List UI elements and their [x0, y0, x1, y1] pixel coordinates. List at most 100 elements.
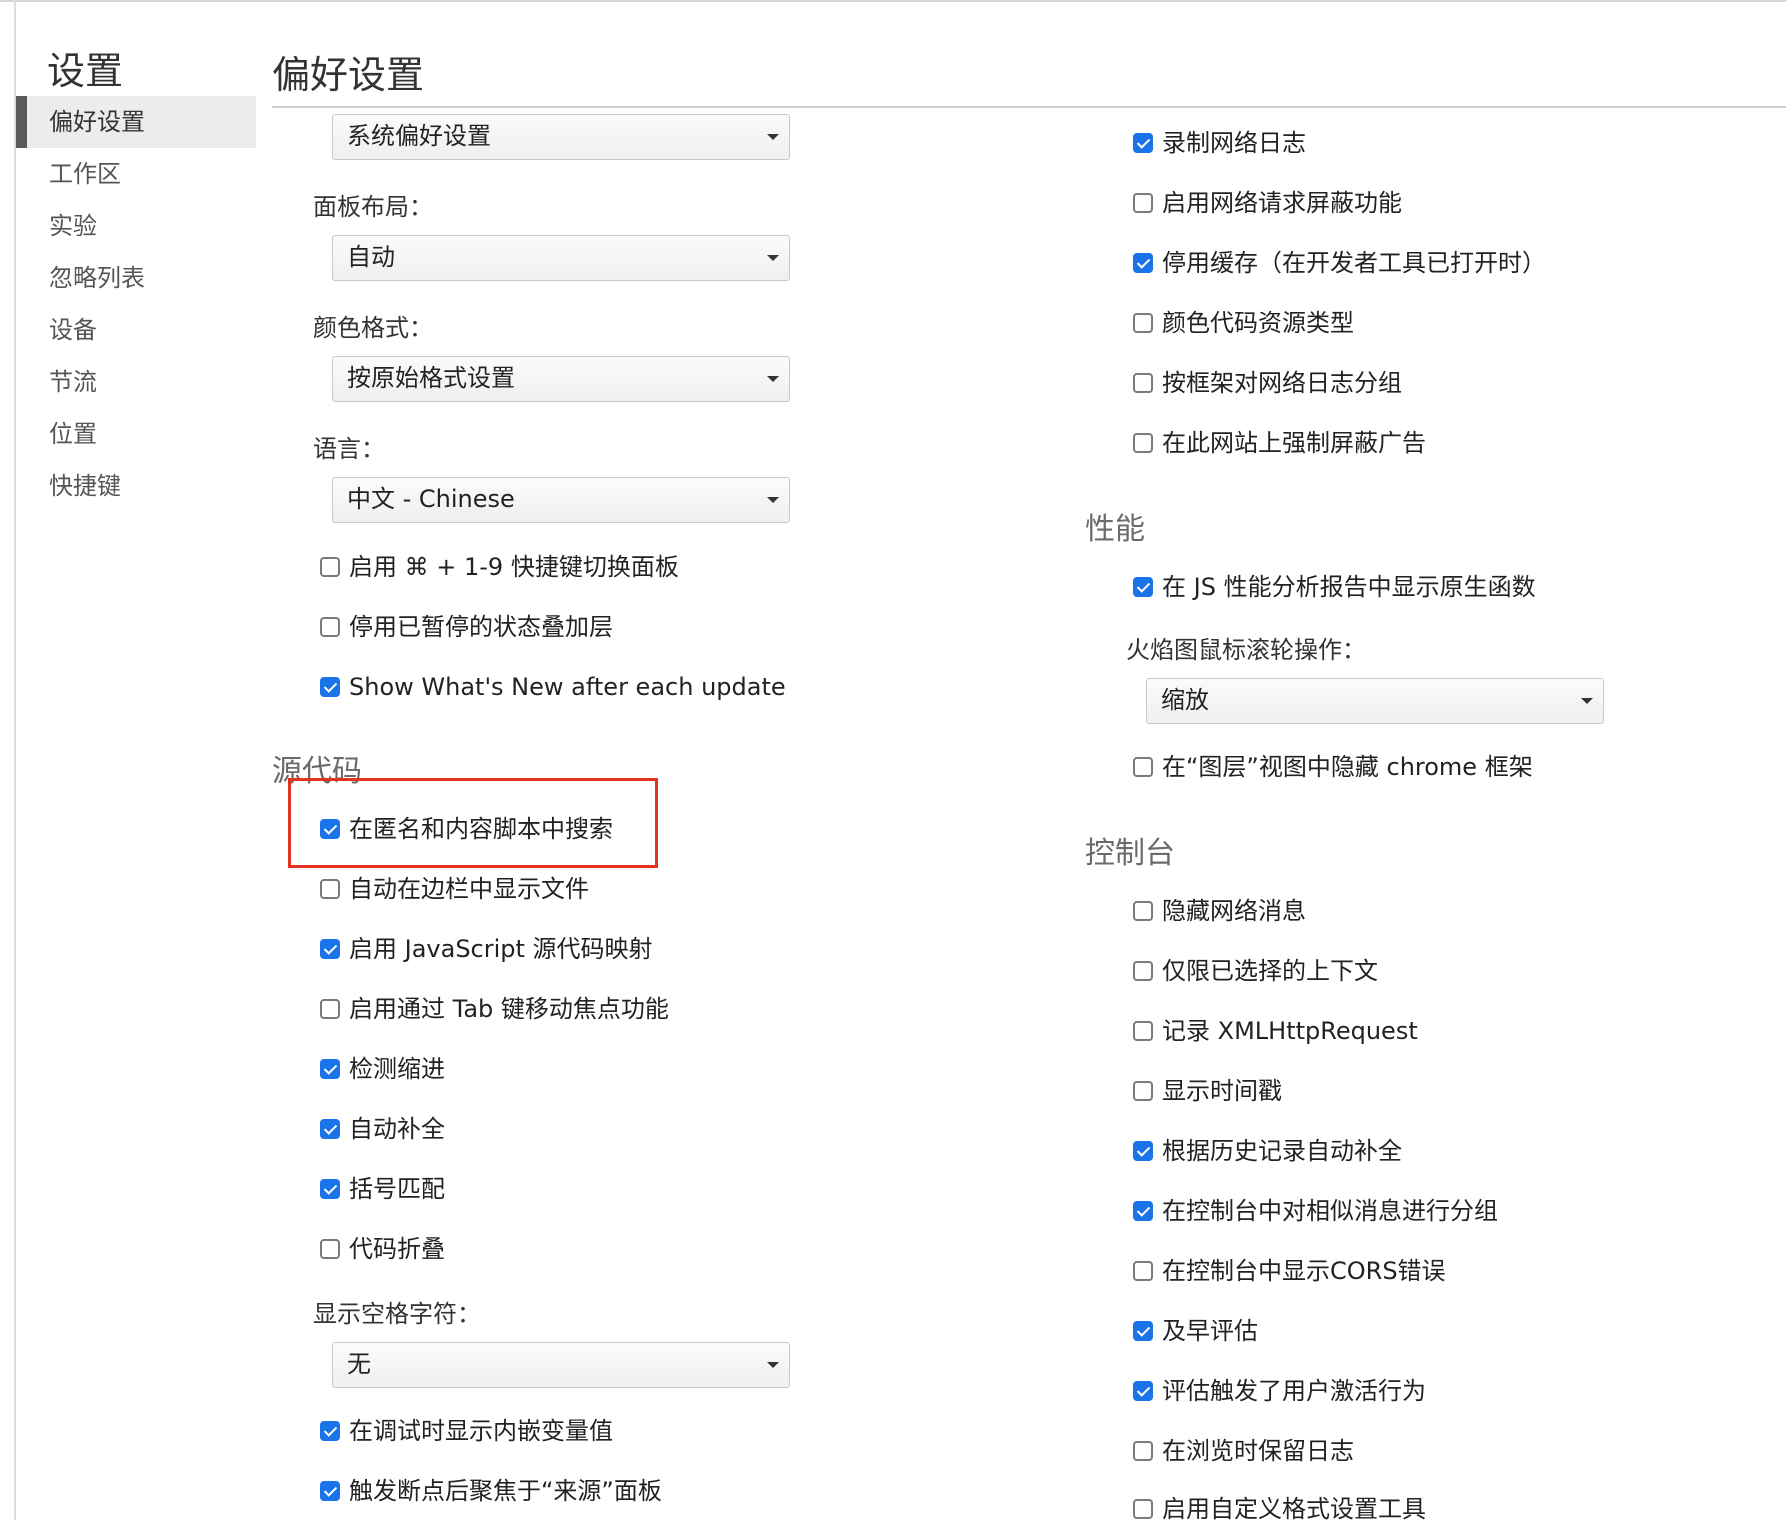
checkbox-label: 在调试时显示内嵌变量值: [349, 1417, 613, 1445]
checkbox-box[interactable]: [320, 1481, 340, 1501]
checkbox-box[interactable]: [1133, 253, 1153, 273]
checkbox-box[interactable]: [1133, 1201, 1153, 1221]
checkbox-box[interactable]: [1133, 1021, 1153, 1041]
panel-layout-select[interactable]: 自动: [332, 235, 790, 281]
checkbox-label: 仅限已选择的上下文: [1162, 957, 1378, 985]
checkbox-box[interactable]: [320, 677, 340, 697]
sidebar-item-throttling[interactable]: 节流: [16, 356, 256, 408]
sidebar-item-shortcuts[interactable]: 快捷键: [16, 460, 256, 512]
checkbox-label: 在控制台中显示CORS错误: [1162, 1257, 1446, 1285]
flamechart-scroll-select-value: 缩放: [1161, 686, 1209, 714]
sidebar-item-devices[interactable]: 设备: [16, 304, 256, 356]
checkbox-box[interactable]: [1133, 193, 1153, 213]
checkbox-label: 停用已暂停的状态叠加层: [349, 613, 613, 641]
window-top-border: [0, 0, 1786, 2]
sidebar-nav: 偏好设置 工作区 实验 忽略列表 设备 节流 位置 快捷键: [16, 96, 256, 512]
checkbox-box[interactable]: [320, 1179, 340, 1199]
checkbox-label: 及早评估: [1162, 1317, 1258, 1345]
checkbox-label: 在控制台中对相似消息进行分组: [1162, 1197, 1498, 1225]
checkbox-box[interactable]: [1133, 1381, 1153, 1401]
checkbox-box[interactable]: [320, 1119, 340, 1139]
checkbox-box[interactable]: [1133, 757, 1153, 777]
theme-select-value: 系统偏好设置: [347, 122, 491, 150]
checkbox-label: 启用 ⌘ + 1-9 快捷键切换面板: [349, 553, 679, 581]
header-divider: [272, 106, 1786, 108]
checkbox-box[interactable]: [1133, 133, 1153, 153]
checkbox-box[interactable]: [320, 999, 340, 1019]
checkbox-box[interactable]: [1133, 1441, 1153, 1461]
checkbox-label: 在匿名和内容脚本中搜索: [349, 815, 613, 843]
checkbox-box[interactable]: [320, 819, 340, 839]
checkbox-box[interactable]: [1133, 1141, 1153, 1161]
checkbox-label: 自动补全: [349, 1115, 445, 1143]
checkbox-label: 自动在边栏中显示文件: [349, 875, 589, 903]
page-title: 偏好设置: [272, 53, 425, 97]
sidebar-item-experiments[interactable]: 实验: [16, 200, 256, 252]
checkbox-box[interactable]: [1133, 1321, 1153, 1341]
checkbox-box[interactable]: [320, 1239, 340, 1259]
checkbox-box[interactable]: [1133, 373, 1153, 393]
checkbox-box[interactable]: [320, 1059, 340, 1079]
sidebar-item-ignore-list[interactable]: 忽略列表: [16, 252, 256, 304]
checkbox-box[interactable]: [1133, 901, 1153, 921]
whitespace-select-value: 无: [347, 1350, 371, 1378]
checkbox-label: 在 JS 性能分析报告中显示原生函数: [1162, 573, 1536, 601]
checkbox-box[interactable]: [320, 1421, 340, 1441]
section-title-performance: 性能: [1085, 512, 1145, 547]
checkbox-label: 检测缩进: [349, 1055, 445, 1083]
sidebar-title: 设置: [47, 49, 124, 93]
sidebar-item-locations[interactable]: 位置: [16, 408, 256, 460]
language-select-value: 中文 - Chinese: [347, 485, 515, 513]
color-format-select[interactable]: 按原始格式设置: [332, 356, 790, 402]
checkbox-label: 按框架对网络日志分组: [1162, 369, 1402, 397]
section-title-console: 控制台: [1085, 836, 1175, 871]
language-label: 语言：: [313, 435, 385, 463]
whitespace-label: 显示空格字符：: [313, 1300, 481, 1328]
checkbox-box[interactable]: [320, 617, 340, 637]
language-select[interactable]: 中文 - Chinese: [332, 477, 790, 523]
checkbox-label: 启用网络请求屏蔽功能: [1162, 189, 1402, 217]
flamechart-scroll-label: 火焰图鼠标滚轮操作：: [1126, 636, 1366, 664]
checkbox-label: 停用缓存（在开发者工具已打开时）: [1162, 249, 1546, 277]
chevron-down-icon: [1581, 698, 1593, 704]
checkbox-label: 启用 JavaScript 源代码映射: [349, 935, 653, 963]
checkbox-box[interactable]: [320, 879, 340, 899]
whitespace-select[interactable]: 无: [332, 1342, 790, 1388]
checkbox-box[interactable]: [1133, 1261, 1153, 1281]
checkbox-label: 启用通过 Tab 键移动焦点功能: [349, 995, 669, 1023]
checkbox-box[interactable]: [1133, 1081, 1153, 1101]
chevron-down-icon: [767, 497, 779, 503]
checkbox-label: 录制网络日志: [1162, 129, 1306, 157]
checkbox-label: 触发断点后聚焦于“来源”面板: [349, 1477, 662, 1505]
checkbox-label: Show What's New after each update: [349, 673, 786, 701]
chevron-down-icon: [767, 134, 779, 140]
checkbox-box[interactable]: [320, 557, 340, 577]
checkbox-label: 在此网站上强制屏蔽广告: [1162, 429, 1426, 457]
checkbox-label: 评估触发了用户激活行为: [1162, 1377, 1426, 1405]
sidebar-item-workspace[interactable]: 工作区: [16, 148, 256, 200]
checkbox-box[interactable]: [1133, 433, 1153, 453]
panel-layout-label: 面板布局：: [313, 193, 433, 221]
checkbox-box[interactable]: [1133, 1499, 1153, 1519]
checkbox-label: 显示时间戳: [1162, 1077, 1282, 1105]
checkbox-label: 在浏览时保留日志: [1162, 1437, 1354, 1465]
color-format-label: 颜色格式：: [313, 314, 433, 342]
checkbox-label: 代码折叠: [349, 1235, 445, 1263]
theme-select[interactable]: 系统偏好设置: [332, 114, 790, 160]
chevron-down-icon: [767, 376, 779, 382]
checkbox-box[interactable]: [320, 939, 340, 959]
checkbox-box[interactable]: [1133, 577, 1153, 597]
checkbox-box[interactable]: [1133, 313, 1153, 333]
settings-sidebar: 设置 偏好设置 工作区 实验 忽略列表 设备 节流 位置 快捷键: [16, 0, 256, 1520]
flamechart-scroll-select[interactable]: 缩放: [1146, 678, 1604, 724]
color-format-select-value: 按原始格式设置: [347, 364, 515, 392]
checkbox-label: 在“图层”视图中隐藏 chrome 框架: [1162, 753, 1533, 781]
sidebar-item-preferences[interactable]: 偏好设置: [16, 96, 256, 148]
checkbox-label: 记录 XMLHttpRequest: [1162, 1017, 1418, 1045]
checkbox-label: 隐藏网络消息: [1162, 897, 1306, 925]
panel-layout-select-value: 自动: [347, 243, 395, 271]
chevron-down-icon: [767, 1362, 779, 1368]
chevron-down-icon: [767, 255, 779, 261]
checkbox-box[interactable]: [1133, 961, 1153, 981]
checkbox-label: 括号匹配: [349, 1175, 445, 1203]
